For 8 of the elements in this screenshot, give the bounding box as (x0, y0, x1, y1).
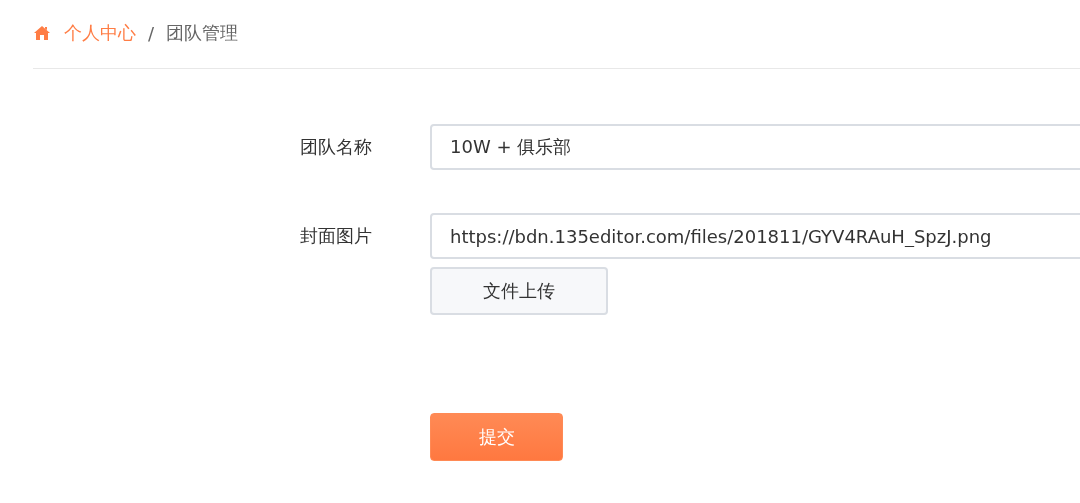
field-label: 封面图片 (300, 224, 373, 248)
upload-button[interactable]: 文件上传 (430, 267, 608, 315)
breadcrumb-item: 团队管理 (166, 21, 239, 45)
field-label: 团队名称 (300, 135, 373, 159)
input-field[interactable]: https://bdn.135editor.com/files/201811/GYV4RAuH_SpzJ.png (430, 213, 1080, 259)
input-field[interactable]: 10W + 俱乐部 (430, 124, 1080, 170)
home-icon[interactable] (34, 26, 50, 40)
breadcrumb-separator: / (148, 22, 155, 44)
